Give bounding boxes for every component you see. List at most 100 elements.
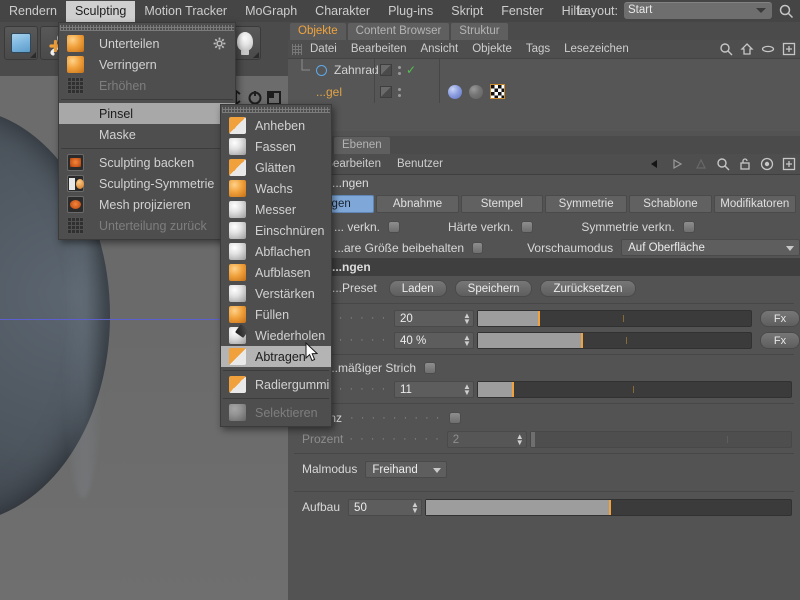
aufbau-slider[interactable] xyxy=(425,498,792,516)
menu-item-fuellen[interactable]: Füllen xyxy=(221,304,331,325)
object-list[interactable]: Zahnrad ✓ ...gel xyxy=(288,59,800,131)
schritte-value-field[interactable]: 11 ▲ ▼ xyxy=(394,380,474,398)
sculpting-menu[interactable]: Unterteilen Verringern Erhöhen Pinsel Ma… xyxy=(58,22,236,240)
layer-swatch[interactable] xyxy=(380,64,392,76)
material-tag-icon-secondary[interactable] xyxy=(469,84,483,99)
target-icon[interactable] xyxy=(760,157,774,174)
menu-item-pinsel[interactable]: Pinsel xyxy=(59,103,235,124)
menu-item-verstaerken[interactable]: Verstärken xyxy=(221,283,331,304)
fx-button[interactable]: Fx xyxy=(760,331,800,349)
menu-objekte[interactable]: Objekte xyxy=(472,43,512,55)
tab-ebenen[interactable]: Ebenen xyxy=(334,137,390,154)
menu-item-fassen[interactable]: Fassen xyxy=(221,136,331,157)
menu-item-wachs[interactable]: Wachs xyxy=(221,178,331,199)
prozent-value-field[interactable]: 2 ▲ ▼ xyxy=(446,430,527,448)
menu-sculpting[interactable]: Sculpting xyxy=(65,0,136,22)
groesse-value-field[interactable]: 20 ▲ ▼ xyxy=(394,309,474,327)
menu-lesezeichen[interactable]: Lesezeichen xyxy=(564,43,629,55)
menu-item-messer[interactable]: Messer xyxy=(221,199,331,220)
drag-grip-icon[interactable] xyxy=(292,44,302,55)
visibility-dots-icon[interactable] xyxy=(397,87,401,97)
tab-abnahme[interactable]: Abnahme xyxy=(376,195,459,213)
menu-charakter[interactable]: Charakter xyxy=(306,1,379,22)
forward-arrow-icon[interactable] xyxy=(672,157,686,174)
tab-struktur[interactable]: Struktur xyxy=(451,23,508,40)
menu-skript[interactable]: Skript xyxy=(442,1,492,22)
menu-item-verringern[interactable]: Verringern xyxy=(59,54,235,75)
checkbox-gleichmaessiger-strich[interactable] xyxy=(424,362,437,374)
checkbox-groesse-verkn[interactable] xyxy=(388,220,401,233)
schritte-slider[interactable] xyxy=(477,380,792,398)
zuruecksetzen-button[interactable]: Zurücksetzen xyxy=(540,279,636,297)
tab-objekte[interactable]: Objekte xyxy=(290,23,346,40)
stepper-icon[interactable]: ▲ ▼ xyxy=(463,382,471,396)
aufbau-value-field[interactable]: 50 ▲ ▼ xyxy=(348,498,423,516)
eye-icon[interactable] xyxy=(761,42,775,59)
visibility-dots-icon[interactable] xyxy=(397,65,401,75)
menu-item-radiergummi[interactable]: Radiergummi xyxy=(221,374,331,395)
menu-grip-icon[interactable] xyxy=(222,107,330,113)
checkbox-groesse-beibehalten[interactable] xyxy=(472,241,484,254)
table-row[interactable]: ...gel xyxy=(288,81,800,103)
menu-item-einschnueren[interactable]: Einschnüren xyxy=(221,220,331,241)
search-icon[interactable] xyxy=(716,157,730,174)
menu-item-abflachen[interactable]: Abflachen xyxy=(221,241,331,262)
layout-dropdown[interactable]: Start xyxy=(624,2,772,19)
vorschaumodus-dropdown[interactable]: Auf Oberfläche xyxy=(621,239,800,256)
home-icon[interactable] xyxy=(740,42,754,59)
fit-icon[interactable] xyxy=(782,157,796,174)
slider-knob[interactable] xyxy=(512,381,514,397)
stepper-icon[interactable]: ▲ ▼ xyxy=(516,432,524,446)
menu-item-abtragen[interactable]: Abtragen xyxy=(221,346,331,367)
menu-grip-icon[interactable] xyxy=(60,25,234,31)
search-icon[interactable] xyxy=(778,3,794,19)
fit-icon[interactable] xyxy=(782,42,796,59)
back-arrow-icon[interactable] xyxy=(650,157,664,174)
stepper-icon[interactable]: ▲ ▼ xyxy=(463,311,471,325)
malmodus-dropdown[interactable]: Freihand xyxy=(365,460,448,478)
primitive-cube-tool[interactable] xyxy=(4,26,38,60)
texture-tag-icon[interactable] xyxy=(490,84,505,99)
groesse-slider[interactable] xyxy=(477,309,752,327)
menu-item-anheben[interactable]: Anheben xyxy=(221,115,331,136)
menu-bearbeiten[interactable]: Bearbeiten xyxy=(325,158,381,170)
menu-mograph[interactable]: MoGraph xyxy=(236,1,306,22)
menu-bearbeiten[interactable]: Bearbeiten xyxy=(351,43,407,55)
tab-stempel[interactable]: Stempel xyxy=(460,195,543,213)
menu-item-wiederholen[interactable]: Wiederholen xyxy=(221,325,331,346)
slider-knob[interactable] xyxy=(538,310,540,326)
fx-button[interactable]: Fx xyxy=(760,309,800,327)
checkbox-symmetrie-verkn[interactable] xyxy=(682,220,695,233)
menu-plugins[interactable]: Plug-ins xyxy=(379,1,442,22)
search-icon[interactable] xyxy=(719,42,733,59)
laden-button[interactable]: Laden xyxy=(388,279,447,297)
tab-modifikatoren[interactable]: Modifikatoren xyxy=(713,195,796,213)
tab-content-browser[interactable]: Content Browser xyxy=(347,23,450,40)
checkbox-haerte-verkn[interactable] xyxy=(521,220,534,233)
druck-value-field[interactable]: 40 % ▲ ▼ xyxy=(394,331,474,349)
table-row[interactable]: Zahnrad ✓ xyxy=(288,59,800,81)
material-tag-icon[interactable] xyxy=(448,84,462,99)
menu-item-aufblasen[interactable]: Aufblasen xyxy=(221,262,331,283)
menu-item-unterteilen[interactable]: Unterteilen xyxy=(59,33,235,54)
menu-item-mesh-projizieren[interactable]: Mesh projizieren xyxy=(59,194,235,215)
up-arrow-icon[interactable] xyxy=(694,157,708,174)
brush-submenu[interactable]: Anheben Fassen Glätten Wachs Messer Eins… xyxy=(220,104,332,427)
gear-icon[interactable] xyxy=(213,37,226,53)
tab-symmetrie[interactable]: Symmetrie xyxy=(544,195,628,213)
menu-item-sculpting-symmetrie[interactable]: Sculpting-Symmetrie xyxy=(59,173,235,194)
menu-item-sculpting-backen[interactable]: Sculpting backen xyxy=(59,152,235,173)
stepper-icon[interactable]: ▲ ▼ xyxy=(463,333,471,347)
speichern-button[interactable]: Speichern xyxy=(454,279,533,297)
tab-schablone[interactable]: Schablone xyxy=(629,195,712,213)
checkbox-distanz[interactable] xyxy=(449,411,462,424)
druck-slider[interactable] xyxy=(477,331,752,349)
slider-knob[interactable] xyxy=(609,499,612,515)
menu-motion-tracker[interactable]: Motion Tracker xyxy=(135,1,236,22)
menu-datei[interactable]: Datei xyxy=(310,43,337,55)
slider-knob[interactable] xyxy=(581,332,583,348)
lock-icon[interactable] xyxy=(738,157,752,174)
menu-rendern[interactable]: Rendern xyxy=(0,1,66,22)
menu-item-glaetten[interactable]: Glätten xyxy=(221,157,331,178)
menu-ansicht[interactable]: Ansicht xyxy=(420,43,458,55)
